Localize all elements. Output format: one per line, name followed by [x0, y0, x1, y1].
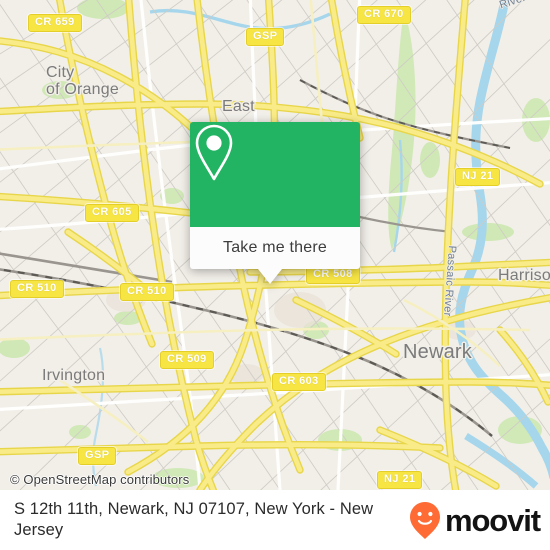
map-pin-icon [195, 124, 233, 181]
road-shield-cr-605: CR 605 [85, 204, 139, 222]
moovit-smiley-pin-icon [410, 502, 440, 539]
road-shield-cr-659: CR 659 [28, 14, 82, 32]
moovit-logo[interactable]: moovit [404, 500, 541, 540]
location-title: S 12th 11th, Newark, NJ 07107, New York … [14, 500, 374, 539]
road-shield-cr-603: CR 603 [272, 373, 326, 391]
road-shield-gsp-bottom: GSP [78, 447, 117, 465]
road-shield-cr-670: CR 670 [357, 6, 411, 24]
osm-attribution[interactable]: © OpenStreetMap contributors [10, 472, 189, 487]
location-callout[interactable]: Take me there [190, 122, 360, 284]
road-shield-nj-21-bottom: NJ 21 [377, 471, 423, 489]
road-shield-nj-21-top: NJ 21 [455, 168, 501, 186]
callout-header [190, 122, 360, 227]
moovit-location-card: City of Orange East Newark Harrison Irvi… [0, 0, 550, 550]
map-canvas[interactable]: City of Orange East Newark Harrison Irvi… [0, 0, 550, 490]
footer-bar: S 12th 11th, Newark, NJ 07107, New York … [0, 490, 550, 550]
take-me-there-label: Take me there [223, 239, 327, 256]
road-shield-gsp-top: GSP [246, 28, 285, 46]
moovit-wordmark: moovit [445, 502, 541, 538]
road-shield-cr-509: CR 509 [160, 351, 214, 369]
road-shield-cr-510-east: CR 510 [120, 283, 174, 301]
callout-tail [258, 269, 282, 284]
take-me-there-button[interactable]: Take me there [190, 227, 360, 269]
road-shield-cr-510-west: CR 510 [10, 280, 64, 298]
